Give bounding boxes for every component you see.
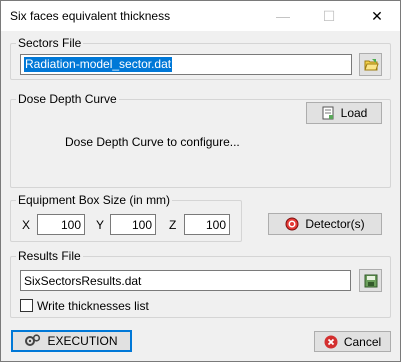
load-icon — [322, 106, 334, 120]
sectors-file-group-label: Sectors File — [16, 36, 84, 50]
folder-icon — [363, 58, 379, 70]
detector-button-label: Detector(s) — [305, 217, 365, 231]
dialog-window: Six faces equivalent thickness — ☐ ✕ Sec… — [0, 0, 401, 362]
equipment-box-group-label: Equipment Box Size (in mm) — [16, 193, 173, 207]
maximize-button[interactable]: ☐ — [306, 1, 352, 31]
results-file-value: SixSectorsResults.dat — [24, 273, 142, 288]
maximize-icon: ☐ — [322, 7, 336, 24]
y-size-input[interactable]: 100 — [110, 214, 156, 235]
cancel-button[interactable]: Cancel — [314, 331, 391, 352]
cancel-icon — [324, 335, 338, 348]
x-size-value: 100 — [60, 217, 81, 232]
minimize-icon: — — [276, 8, 290, 24]
write-thicknesses-checkbox[interactable] — [20, 299, 33, 312]
dose-depth-status: Dose Depth Curve to configure... — [65, 135, 240, 149]
z-label: Z — [169, 218, 177, 232]
load-button-label: Load — [340, 106, 368, 120]
z-size-input[interactable]: 100 — [184, 214, 230, 235]
z-size-value: 100 — [205, 217, 226, 232]
sectors-file-value: Radiation-model_sector.dat — [24, 57, 173, 72]
execution-button[interactable]: EXECUTION — [11, 330, 132, 352]
close-button[interactable]: ✕ — [354, 1, 400, 31]
results-file-group-label: Results File — [16, 249, 83, 263]
x-label: X — [22, 218, 31, 232]
save-icon — [364, 274, 377, 287]
load-button[interactable]: Load — [306, 102, 382, 124]
x-size-input[interactable]: 100 — [37, 214, 85, 235]
cancel-button-label: Cancel — [343, 334, 382, 349]
results-file-input[interactable]: SixSectorsResults.dat — [20, 270, 351, 291]
y-size-value: 100 — [131, 217, 152, 232]
gears-icon — [25, 334, 41, 346]
window-title: Six faces equivalent thickness — [10, 9, 171, 23]
y-label: Y — [96, 218, 105, 232]
dose-depth-group-label: Dose Depth Curve — [16, 92, 119, 106]
close-icon: ✕ — [371, 7, 383, 24]
write-thicknesses-label[interactable]: Write thicknesses list — [37, 299, 149, 313]
execution-button-label: EXECUTION — [47, 334, 118, 348]
detector-icon — [285, 217, 299, 231]
results-file-browse-button[interactable] — [359, 269, 382, 292]
title-bar: Six faces equivalent thickness — ☐ ✕ — [1, 1, 400, 31]
minimize-button[interactable]: — — [260, 1, 306, 31]
detector-button[interactable]: Detector(s) — [268, 213, 382, 235]
sectors-file-browse-button[interactable] — [359, 53, 382, 76]
sectors-file-input[interactable]: Radiation-model_sector.dat — [20, 54, 352, 75]
